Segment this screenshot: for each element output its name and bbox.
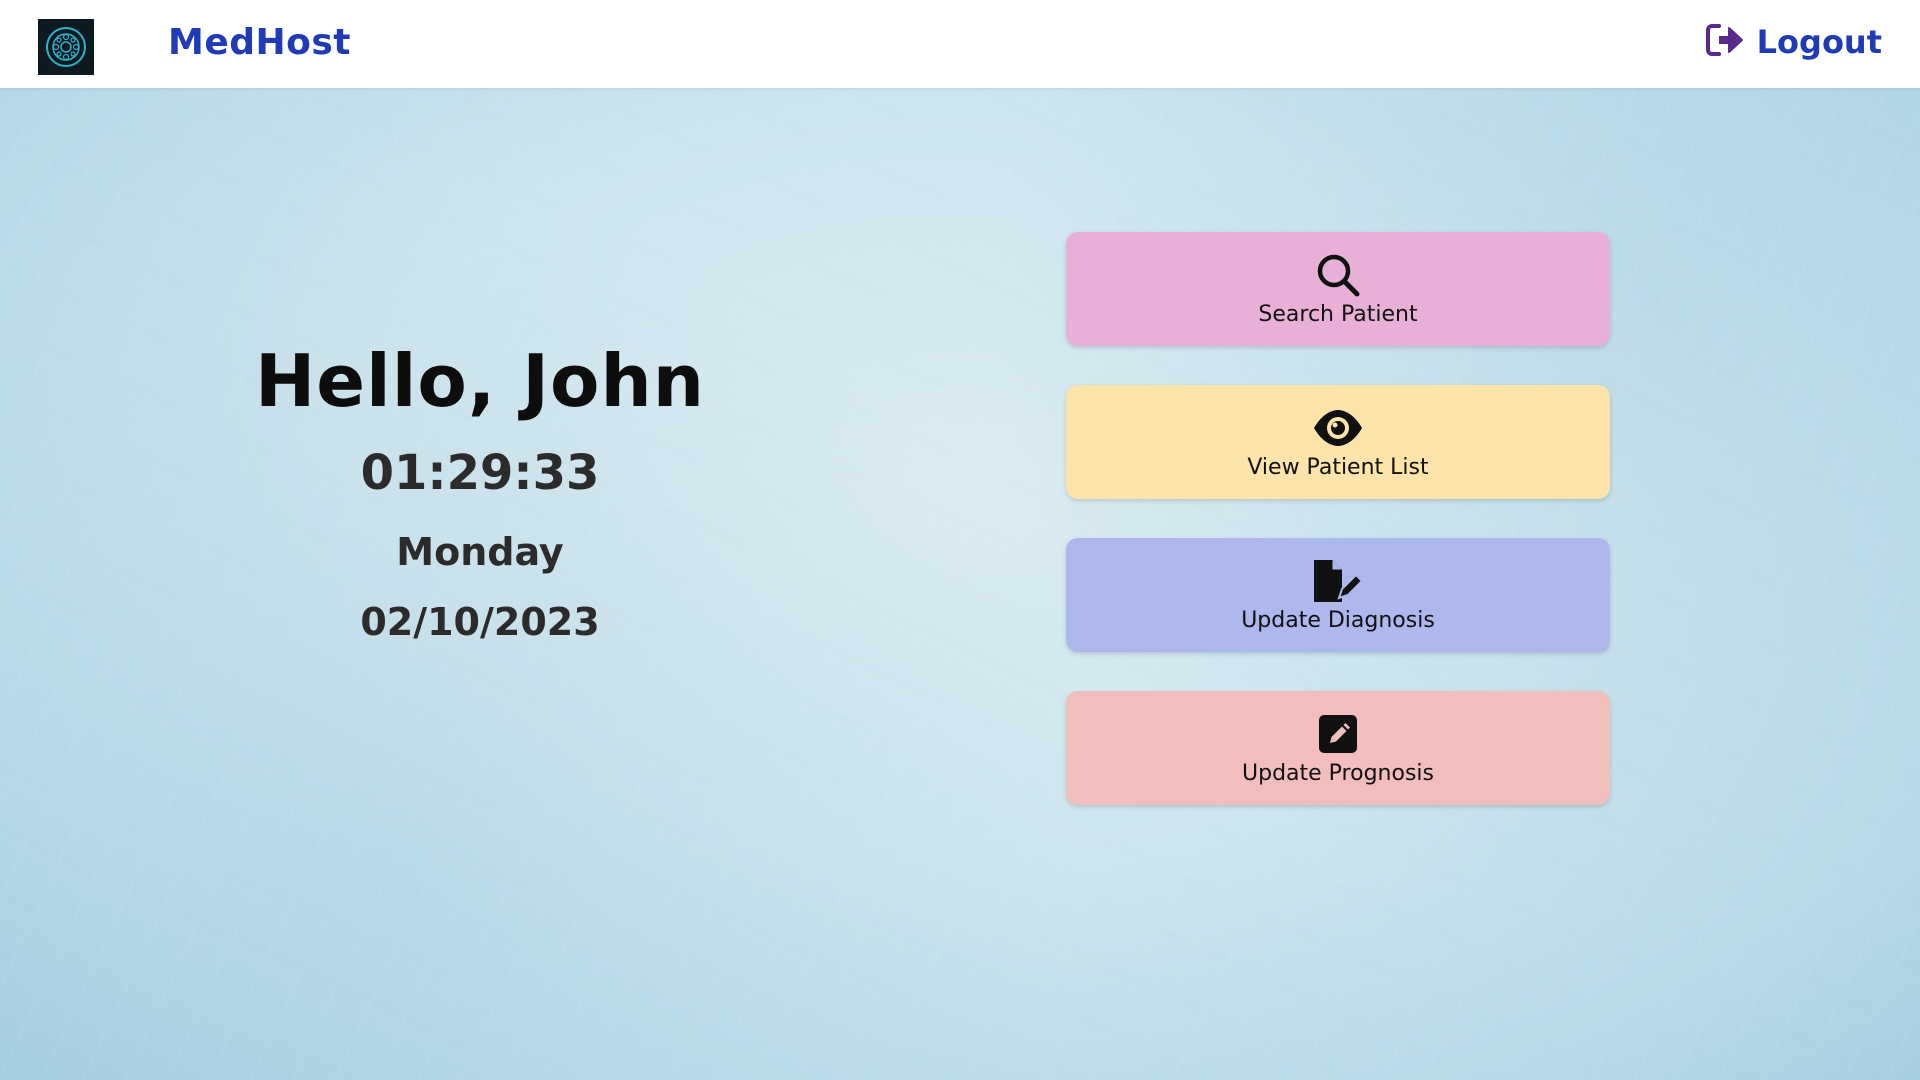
- search-patient-label: Search Patient: [1258, 301, 1418, 327]
- action-menu: Search Patient View Patient List Update …: [1066, 232, 1610, 844]
- update-prognosis-label: Update Prognosis: [1242, 760, 1434, 786]
- greeting-panel: Hello, John 01:29:33 Monday 02/10/2023: [230, 345, 730, 641]
- greeting-heading: Hello, John: [254, 339, 706, 423]
- top-navbar: MedHost Logout: [0, 0, 1920, 88]
- current-date: 02/10/2023: [360, 600, 600, 644]
- update-prognosis-button[interactable]: Update Prognosis: [1066, 691, 1610, 805]
- eye-icon: [1312, 405, 1364, 451]
- view-patient-list-button[interactable]: View Patient List: [1066, 385, 1610, 499]
- brand-title[interactable]: MedHost: [168, 22, 351, 63]
- file-edit-icon: [1312, 558, 1364, 604]
- medical-emblem-icon[interactable]: [38, 19, 94, 75]
- search-patient-button[interactable]: Search Patient: [1066, 232, 1610, 346]
- current-time: 01:29:33: [360, 445, 600, 501]
- logout-label: Logout: [1756, 23, 1882, 61]
- logout-button[interactable]: Logout: [1705, 22, 1882, 62]
- edit-square-icon: [1317, 711, 1359, 757]
- update-diagnosis-label: Update Diagnosis: [1241, 607, 1435, 633]
- view-patient-list-label: View Patient List: [1247, 454, 1429, 480]
- sign-out-icon: [1705, 22, 1745, 62]
- search-icon: [1315, 252, 1361, 298]
- current-day: Monday: [396, 530, 564, 574]
- update-diagnosis-button[interactable]: Update Diagnosis: [1066, 538, 1610, 652]
